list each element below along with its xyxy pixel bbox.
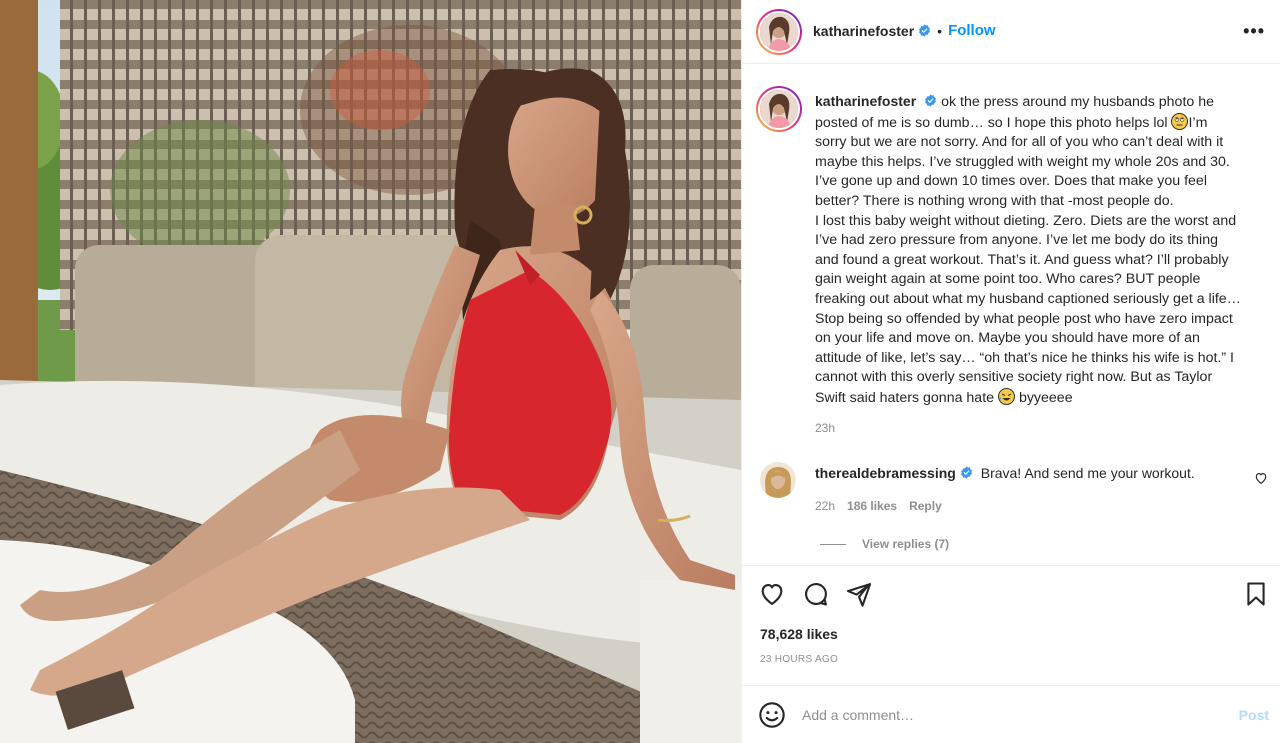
post-image <box>0 0 741 743</box>
comment-likes[interactable]: 186 likes <box>847 499 897 513</box>
caption-text: posted of me is so dumb… so I hope this … <box>815 114 1168 131</box>
view-replies-label: View replies (7) <box>862 537 950 551</box>
caption-text: byyeeee <box>1018 389 1073 406</box>
caption-line: attitude of like, let’s say… “oh that’s … <box>815 349 1234 366</box>
caption-line: I lost this baby weight without dieting.… <box>815 212 1237 229</box>
avatar-photo <box>760 90 798 128</box>
caption-line-2: posted of me is so dumb… so I hope this … <box>815 112 1275 134</box>
caption-text: Swift said haters gonna hate <box>815 389 995 406</box>
caption-line: maybe this helps. I’ve struggled with we… <box>815 153 1230 170</box>
author-avatar[interactable] <box>756 9 802 55</box>
comment-time[interactable]: 22h <box>815 499 835 513</box>
eye-roll-emoji-icon <box>1171 112 1189 130</box>
caption-line: gain weight again at some point too. Who… <box>815 271 1201 288</box>
caption-text-start: ok the press around my husbands photo he <box>941 94 1215 110</box>
avatar-photo <box>760 13 798 51</box>
post-caption: katharinefoster ok the press around my h… <box>815 92 1275 409</box>
caption-line: freaking out about what my husband capti… <box>815 290 1241 307</box>
author-username[interactable]: katharinefoster <box>813 23 914 39</box>
caption-text: I’m <box>1188 114 1208 131</box>
more-options-icon[interactable]: ••• <box>1243 21 1265 41</box>
bookmark-icon[interactable] <box>1242 580 1270 608</box>
caption-author-avatar[interactable] <box>756 86 802 132</box>
post-photo[interactable] <box>0 0 741 743</box>
comment-like-heart-icon[interactable] <box>1254 471 1268 485</box>
rolling-laugh-emoji-icon <box>998 387 1015 405</box>
caption-line-last: Swift said haters gonna hate byyeeee <box>815 387 1275 409</box>
comment-meta: 22h 186 likes Reply <box>815 499 942 513</box>
smiley-icon[interactable] <box>758 701 786 729</box>
author-name-row: katharinefoster • Follow <box>813 22 996 39</box>
caption-line: and found a great workout. That’s it. An… <box>815 251 1229 268</box>
comment-text: Brava! And send me your workout. <box>980 465 1195 481</box>
replies-divider <box>820 543 846 545</box>
post-comment-button[interactable]: Post <box>1239 707 1269 723</box>
post-timestamp[interactable]: 23 HOURS AGO <box>760 654 838 665</box>
commenter-avatar[interactable] <box>760 462 796 498</box>
view-replies-button[interactable]: View replies (7) <box>820 537 949 551</box>
comment-body: therealdebramessing Brava! And send me y… <box>815 465 1195 481</box>
verified-badge-icon <box>960 466 972 479</box>
verified-badge-icon <box>925 94 937 107</box>
post-details-panel: katharinefoster • Follow ••• katharinefo… <box>741 0 1280 743</box>
commenter-username[interactable]: therealdebramessing <box>815 465 956 481</box>
caption-line: better? There is nothing wrong with that… <box>815 192 1174 209</box>
caption-line: I’ve gone up and down 10 times over. Doe… <box>815 173 1207 190</box>
post-actions-bar <box>742 565 1280 621</box>
caption-line-1: katharinefoster ok the press around my h… <box>815 92 1275 113</box>
reply-button[interactable]: Reply <box>909 499 942 513</box>
post-header: katharinefoster • Follow ••• <box>742 0 1280 64</box>
comment-input[interactable] <box>802 703 1202 727</box>
caption-line: I’ve had zero pressure from anyone. I’ve… <box>815 232 1218 249</box>
follow-button[interactable]: Follow <box>948 22 996 39</box>
caption-line: cannot with this overly sensitive societ… <box>815 369 1213 386</box>
caption-line: sorry but we are not sorry. And for all … <box>815 134 1224 151</box>
avatar-photo <box>760 462 796 498</box>
likes-count[interactable]: 78,628 likes <box>760 626 838 642</box>
heart-icon[interactable] <box>758 580 786 608</box>
paper-plane-icon[interactable] <box>845 580 873 608</box>
caption-username[interactable]: katharinefoster <box>815 93 916 109</box>
separator-dot: • <box>937 22 943 39</box>
comment-icon[interactable] <box>802 580 830 608</box>
caption-line: on your life and move on. Maybe you shou… <box>815 330 1200 347</box>
caption-timestamp[interactable]: 23h <box>815 421 835 435</box>
caption-line: Stop being so offended by what people po… <box>815 310 1233 327</box>
comment-composer: Post <box>742 685 1280 743</box>
verified-badge-icon <box>919 24 931 37</box>
